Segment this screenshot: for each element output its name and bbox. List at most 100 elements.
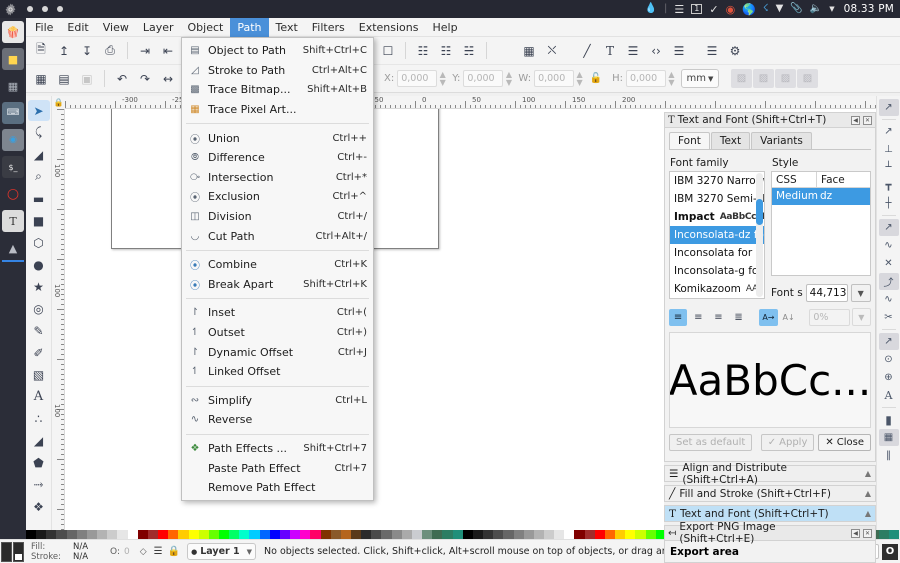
check-circle-icon[interactable]: ✓: [709, 4, 718, 15]
palette-swatch[interactable]: [117, 530, 128, 539]
selector-tool[interactable]: ➤: [27, 100, 50, 121]
palette-swatch[interactable]: [26, 530, 37, 539]
palette-swatch[interactable]: [584, 530, 595, 539]
menu-item-object-to-path[interactable]: ▤ Object to Path Shift+Ctrl+C: [182, 41, 373, 61]
palette-swatch[interactable]: [422, 530, 433, 539]
scrollbar-thumb[interactable]: [756, 199, 763, 225]
list-item[interactable]: Inconsolata-g for: [670, 262, 764, 280]
menu-item-outset[interactable]: ↿ Outset Ctrl+): [182, 323, 373, 343]
menu-help[interactable]: Help: [425, 18, 464, 37]
system-tray[interactable]: 💧 | ☰ 1 ✓ ◉ 🌎 ☇ ▼ 📎 🔈 ▼ 08.33 PM: [645, 3, 900, 15]
workspace-dots[interactable]: [27, 6, 63, 12]
snap-bbox-edge-midpoints-icon[interactable]: ┳: [879, 177, 899, 194]
palette-swatch[interactable]: [391, 530, 402, 539]
palette-swatch[interactable]: [178, 530, 189, 539]
palette-swatch[interactable]: [442, 530, 453, 539]
panel-float-button[interactable]: ◀: [851, 115, 860, 125]
menu-extensions[interactable]: Extensions: [352, 18, 426, 37]
palette-swatch[interactable]: [371, 530, 382, 539]
palette-swatch[interactable]: [645, 530, 656, 539]
export-panel-close-button[interactable]: ✕: [863, 528, 872, 538]
menu-filters[interactable]: Filters: [305, 18, 352, 37]
palette-swatch[interactable]: [340, 530, 351, 539]
save-document-icon[interactable]: ↧: [76, 40, 98, 62]
palette-swatch[interactable]: [269, 530, 280, 539]
snap-grids-icon[interactable]: ▦: [878, 429, 899, 446]
path-menu-popup[interactable]: ▤ Object to Path Shift+Ctrl+C ◿ Stroke t…: [181, 37, 374, 502]
menu-item-intersection[interactable]: ⧂ Intersection Ctrl+*: [182, 168, 373, 188]
palette-swatch[interactable]: [462, 530, 473, 539]
zoom-page-icon[interactable]: ☐: [377, 40, 399, 62]
panel-text-and-font[interactable]: T Text and Font (Shift+Ctrl+T) ▲: [664, 505, 876, 522]
palette-swatch[interactable]: [290, 530, 301, 539]
menu-layer[interactable]: Layer: [136, 18, 181, 37]
opacity-spinner[interactable]: ◇: [140, 547, 147, 557]
ellipse-tool[interactable]: ●: [28, 254, 50, 275]
inkscape-app-icon[interactable]: ▲: [2, 237, 24, 262]
list-item[interactable]: IBM 3270 Narrow: [670, 172, 764, 190]
snap-bbox-corners-icon[interactable]: ┴: [879, 159, 899, 176]
unit-selector[interactable]: mm ▼: [680, 69, 719, 88]
palette-swatch[interactable]: [879, 530, 890, 539]
palette-swatch[interactable]: [574, 530, 585, 539]
clipboard-icon[interactable]: 📎: [790, 4, 802, 14]
snap-rotation-centers-icon[interactable]: ⊕: [879, 369, 899, 386]
pencil-tool[interactable]: ✎: [28, 320, 50, 341]
affect-stroke-width-icon[interactable]: ▨: [730, 69, 752, 88]
deselect-icon[interactable]: ▣: [76, 68, 98, 90]
palette-swatch[interactable]: [168, 530, 179, 539]
menu-file[interactable]: File: [28, 18, 60, 37]
w-spinner[interactable]: ▲ ▼: [575, 70, 584, 87]
tab-font[interactable]: Font: [669, 132, 710, 149]
palette-swatch[interactable]: [320, 530, 331, 539]
layer-visibility-icon[interactable]: ☰: [154, 546, 163, 557]
calligraphy-tool[interactable]: ✐: [28, 342, 50, 363]
style-swatches[interactable]: [0, 541, 24, 562]
document-properties-icon[interactable]: ☰: [701, 40, 723, 62]
snap-cusp-nodes-icon[interactable]: ⤴: [878, 273, 899, 290]
rotate-ccw-icon[interactable]: ↶: [111, 68, 133, 90]
menu-item-simplify[interactable]: ∾ Simplify Ctrl+L: [182, 391, 373, 411]
globe-icon[interactable]: 🌎: [742, 4, 756, 15]
menu-item-break-apart[interactable]: ⦿ Break Apart Shift+Ctrl+K: [182, 275, 373, 295]
menu-item-dynamic-offset[interactable]: ↾ Dynamic Offset Ctrl+J: [182, 342, 373, 362]
list-item[interactable]: Inconsolata-dz fo: [670, 226, 764, 244]
palette-swatch[interactable]: [279, 530, 291, 539]
zoom-tool[interactable]: ⌕: [28, 166, 50, 187]
snap-bounding-box-icon[interactable]: ↗: [879, 123, 899, 140]
snap-others-icon[interactable]: ↗: [878, 333, 899, 350]
palette-swatch[interactable]: [513, 530, 524, 539]
palette-swatch[interactable]: [351, 530, 362, 539]
text-tool[interactable]: A: [28, 386, 50, 407]
table-row[interactable]: Medium dz: [772, 188, 870, 205]
set-as-default-button[interactable]: Set as default: [669, 434, 753, 451]
flip-horizontal-icon[interactable]: ↔: [157, 68, 179, 90]
workspace-dot-1[interactable]: [27, 6, 33, 12]
palette-swatch[interactable]: [86, 530, 98, 539]
palette-swatch[interactable]: [36, 530, 47, 539]
list-item[interactable]: IBM 3270 Semi-N: [670, 190, 764, 208]
vertical-text-button[interactable]: A↓: [780, 309, 798, 326]
palette-swatch[interactable]: [259, 530, 270, 539]
h-input[interactable]: 0,000: [625, 70, 666, 87]
zoom-spinner-button[interactable]: O: [882, 543, 898, 560]
gradient-tool[interactable]: ▧: [28, 364, 50, 385]
font-list-scrollbar[interactable]: [756, 173, 763, 297]
palette-swatch[interactable]: [300, 530, 311, 539]
node-tool[interactable]: ⤹: [28, 122, 50, 143]
palette-swatch[interactable]: [432, 530, 443, 539]
fill-swatch[interactable]: [1, 541, 12, 562]
palette-swatch[interactable]: [76, 530, 87, 539]
menu-item-union[interactable]: ⦿ Union Ctrl++: [182, 128, 373, 148]
star-tool[interactable]: ★: [28, 276, 50, 297]
palette-swatch[interactable]: [310, 530, 321, 539]
opacity-value[interactable]: 0: [124, 547, 130, 557]
workspace-dot-3[interactable]: [57, 6, 63, 12]
rotate-cw-icon[interactable]: ↷: [134, 68, 156, 90]
x-input[interactable]: 0,000: [397, 70, 438, 87]
palette-swatch[interactable]: [239, 530, 250, 539]
bluetooth-icon[interactable]: ☇: [763, 4, 769, 14]
close-button[interactable]: ✕ Close: [818, 434, 871, 451]
panel-fill-and-stroke[interactable]: ╱ Fill and Stroke (Shift+Ctrl+F) ▲: [664, 485, 876, 502]
palette-swatch[interactable]: [381, 530, 392, 539]
